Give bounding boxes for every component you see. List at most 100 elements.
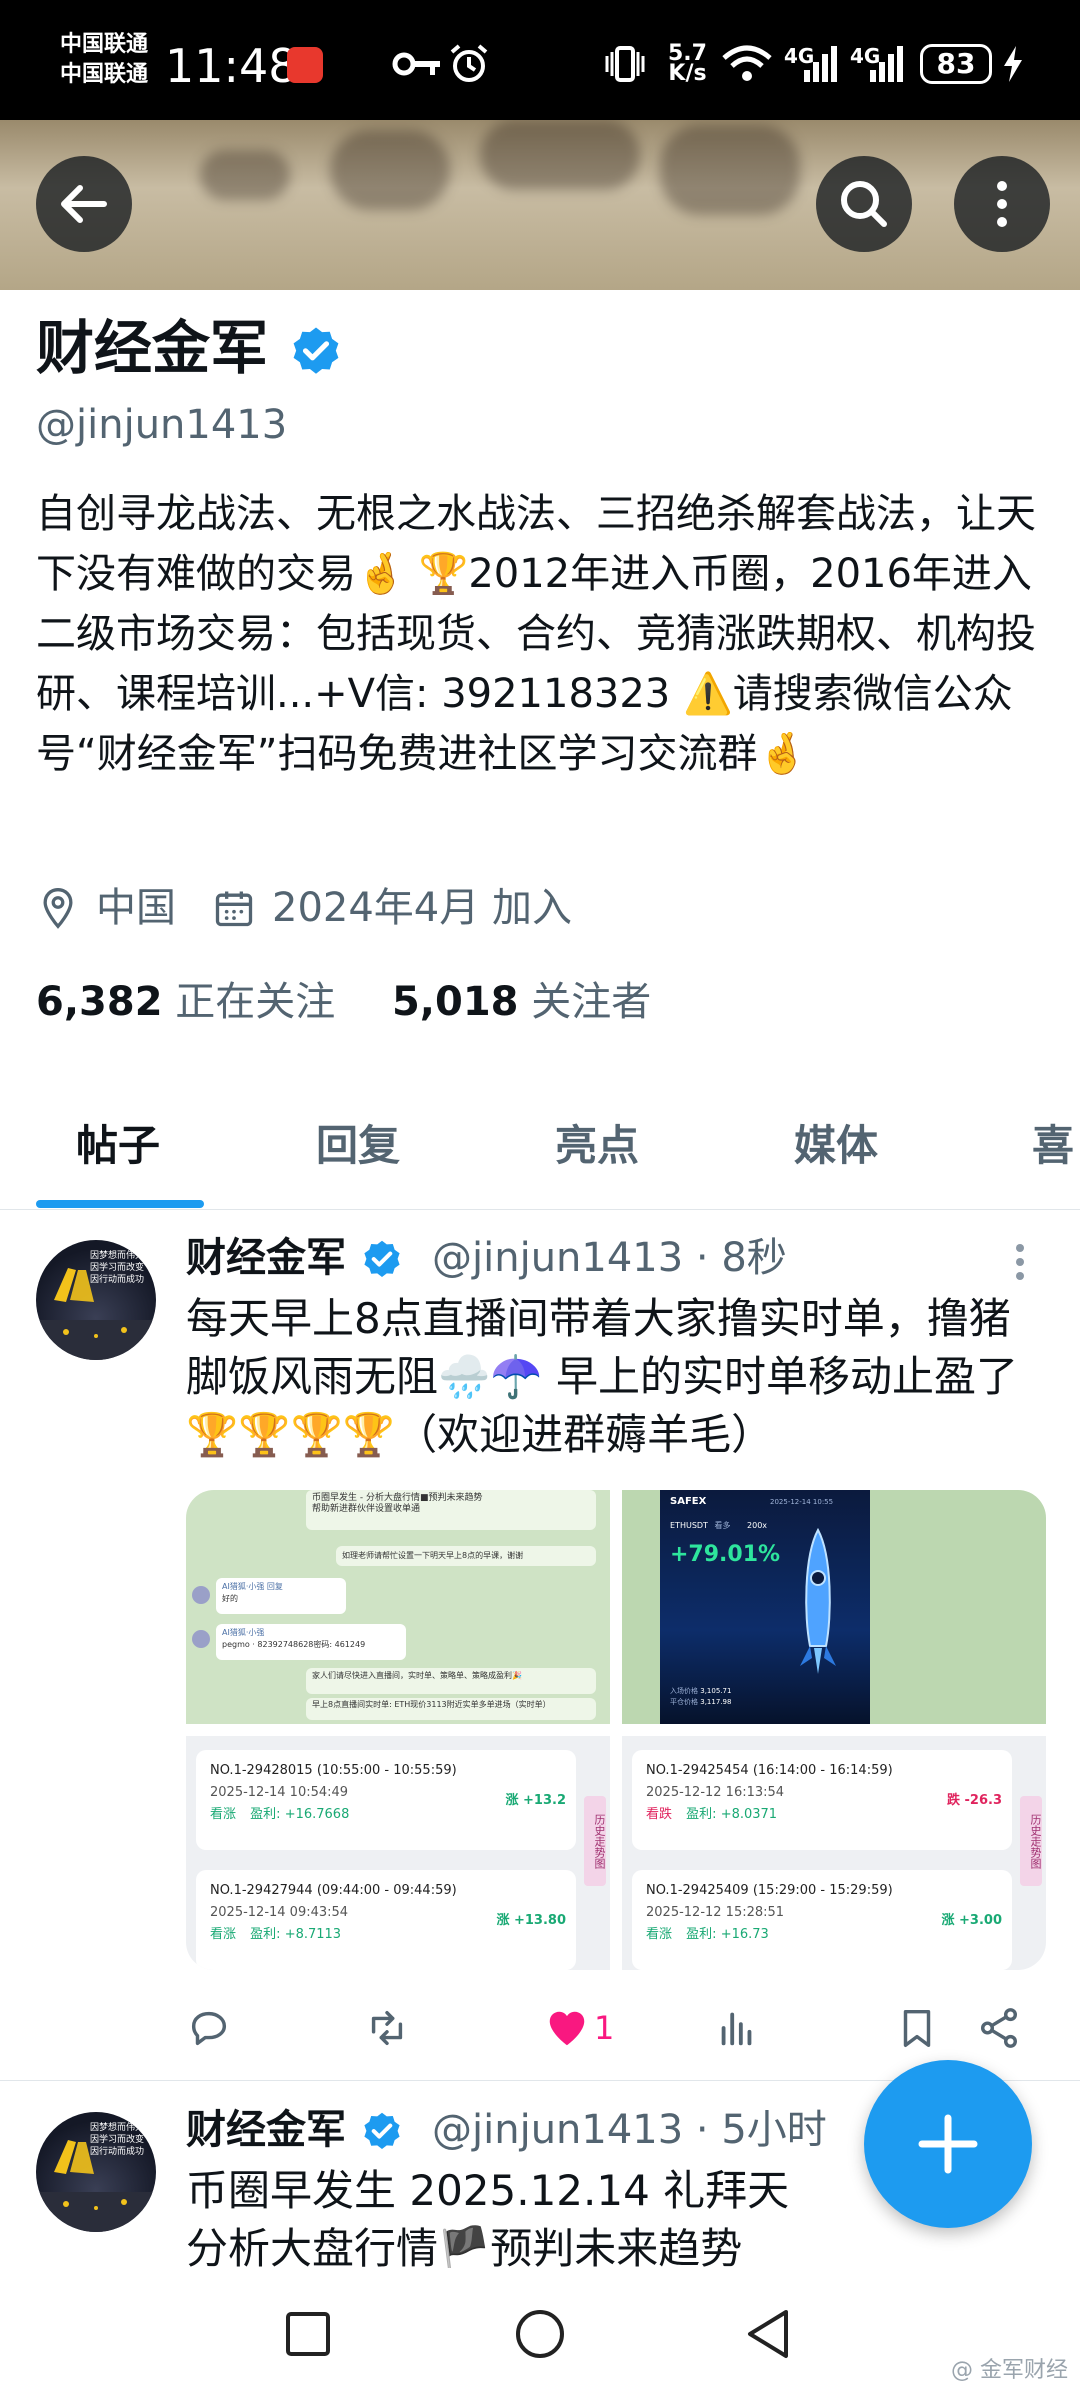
signal-icon-2	[870, 46, 903, 82]
repost-icon	[371, 2010, 403, 2046]
more-options-button[interactable]	[954, 156, 1050, 252]
post-more-icon[interactable]	[1000, 1240, 1040, 1284]
profile-tabs: 帖子 回复 亮点 媒体 喜	[0, 1060, 1080, 1210]
verified-badge-icon	[364, 2112, 400, 2150]
chat-avatar	[192, 1630, 210, 1648]
status-bar: 中国联通 中国联通 11:48 5.7 K/s 4G 4G 83	[0, 0, 1080, 120]
avatar-text: 因梦想而伟大 因学习而改变 因行动而成功	[90, 2123, 145, 2157]
post-text: 币圈早发生 2025.12.14 礼拜天 分析大盘行情🏴预判未来趋势	[186, 2166, 790, 2273]
trade-pnl-percent: +79.01%	[670, 1542, 781, 1567]
views-icon	[721, 2012, 752, 2046]
repost-button[interactable]	[364, 2000, 410, 2056]
tab-likes[interactable]: 喜	[1032, 1112, 1074, 1173]
search-button[interactable]	[816, 156, 912, 252]
followers-link[interactable]: 5,018 关注者	[392, 979, 651, 1025]
more-vertical-icon	[997, 181, 1007, 227]
verified-badge-icon	[293, 327, 339, 374]
media-chat-screenshot[interactable]: 币圈早发生 - 分析大盘行情■预判未来趋势 帮助新进群伙伴设置收单通 如理老师请…	[186, 1490, 610, 1724]
history-tag: 历史走势图	[584, 1796, 606, 1886]
clock: 11:48	[165, 39, 298, 93]
carrier-info: 中国联通 中国联通	[60, 30, 148, 90]
plus-icon	[918, 2114, 978, 2174]
reply-button[interactable]	[186, 2000, 232, 2056]
carrier-1: 中国联通	[60, 32, 149, 57]
trade-prices: 入场价格 3,105.71 平仓价格 3,117.98	[670, 1687, 732, 1706]
tab-media[interactable]: 媒体	[794, 1112, 878, 1173]
arrow-left-icon	[61, 185, 107, 223]
post-media-grid[interactable]: 币圈早发生 - 分析大盘行情■预判未来趋势 帮助新进群伙伴设置收单通 如理老师请…	[186, 1490, 1046, 1970]
trade-pair: ETHUSDT 看多 200x	[670, 1521, 768, 1530]
search-icon	[841, 181, 887, 227]
wifi-icon	[722, 45, 772, 81]
chat-bubble: AI猎狐·小强 pegmo · 82392748628密码: 461249	[216, 1624, 406, 1660]
chat-bubble: 币圈早发生 - 分析大盘行情■预判未来趋势 帮助新进群伙伴设置收单通	[306, 1490, 596, 1530]
avatar-text: 因梦想而伟大 因学习而改变 因行动而成功	[90, 1251, 145, 1285]
back-nav-button[interactable]	[742, 2308, 794, 2360]
calendar-icon	[215, 891, 253, 927]
recent-apps-button[interactable]	[284, 2310, 332, 2358]
chat-avatar	[192, 1586, 210, 1604]
watermark: @ 金军财经	[951, 2358, 1068, 2383]
chat-bubble: 家人们请尽快进入直播间，实时单、策略单、策略成盈利🎉	[306, 1668, 596, 1694]
rocket-icon	[800, 1527, 836, 1674]
share-icon	[980, 2008, 1018, 2048]
follow-stats: 6,382 正在关注 5,018 关注者	[36, 974, 651, 1030]
network-speed: 5.7 K/s	[668, 41, 707, 86]
profile-bio: 自创寻龙战法、无根之水战法、三招绝杀解套战法，让天下没有难做的交易🤞 🏆2012…	[36, 491, 1036, 777]
post-author-name[interactable]: 财经金军	[186, 2104, 404, 2156]
order-card: NO.1-29427944 (09:44:00 - 09:44:59) 2025…	[196, 1870, 576, 1970]
reply-icon	[191, 2011, 227, 2046]
location-text: 中国	[96, 885, 176, 931]
media-order-history-left[interactable]: NO.1-29428015 (10:55:00 - 10:55:59) 2025…	[186, 1736, 610, 1970]
charging-icon	[1004, 46, 1022, 82]
trade-date: 2025-12-14 10:55	[770, 1498, 834, 1506]
heart-icon	[549, 2011, 585, 2046]
views-button[interactable]	[714, 2000, 760, 2056]
location-icon	[43, 888, 73, 929]
chat-bubble: 如理老师请帮忙设置一下明天早上8点的早课，谢谢	[336, 1546, 596, 1566]
profile-meta: 中国 2024年4月 加入	[36, 880, 572, 936]
post-handle-time: @jinjun1413 · 8秒	[432, 1235, 787, 1281]
carrier-2: 中国联通	[60, 62, 149, 87]
post-text: 每天早上8点直播间带着大家撸实时单，撸猪脚饭风雨无阻🌧️☂️ 早上的实时单移动止…	[186, 1294, 1018, 1459]
order-card: NO.1-29425409 (15:29:00 - 15:29:59) 2025…	[632, 1870, 1012, 1970]
post-avatar[interactable]: 因梦想而伟大 因学习而改变 因行动而成功	[36, 1240, 156, 1360]
back-button[interactable]	[36, 156, 132, 252]
chat-bubble: 早上8点直播间实时单: ETH现价3113附近实单多单进场（实时单）	[306, 1698, 596, 1720]
profile-banner	[0, 120, 1080, 290]
tab-posts[interactable]: 帖子	[76, 1112, 160, 1173]
post-avatar[interactable]: 因梦想而伟大 因学习而改变 因行动而成功	[36, 2112, 156, 2232]
profile-handle: @jinjun1413	[36, 402, 288, 448]
order-card: NO.1-29425454 (16:14:00 - 16:14:59) 2025…	[632, 1750, 1012, 1850]
order-card: NO.1-29428015 (10:55:00 - 10:55:59) 2025…	[196, 1750, 576, 1850]
signal-icon-1	[804, 46, 837, 82]
post-author-name[interactable]: 财经金军	[186, 1232, 404, 1284]
system-nav-bar	[0, 2268, 1080, 2388]
huawei-notification-icon	[287, 47, 323, 83]
tab-replies[interactable]: 回复	[316, 1112, 400, 1173]
bookmark-icon	[903, 2009, 931, 2047]
profile-name: 财经金军	[36, 312, 344, 384]
bookmark-button[interactable]	[894, 2000, 940, 2056]
like-button[interactable]: 1	[544, 2000, 614, 2056]
battery-indicator: 83	[920, 44, 992, 84]
post-handle-time: @jinjun1413 · 5小时	[432, 2107, 827, 2153]
key-icon	[392, 52, 440, 76]
like-count: 1	[594, 2009, 615, 2047]
trade-card: SAFEX 2025-12-14 10:55 ETHUSDT 看多 200x +…	[660, 1490, 870, 1724]
compose-post-button[interactable]	[864, 2060, 1032, 2228]
vibrate-icon	[605, 46, 645, 82]
verified-badge-icon	[364, 1240, 400, 1278]
tab-highlights[interactable]: 亮点	[555, 1112, 639, 1173]
media-order-history-right[interactable]: NO.1-29425454 (16:14:00 - 16:14:59) 2025…	[622, 1736, 1046, 1970]
alarm-icon	[450, 44, 488, 82]
share-button[interactable]	[976, 2000, 1022, 2056]
safex-logo: SAFEX	[670, 1496, 707, 1507]
home-button[interactable]	[514, 2308, 566, 2360]
active-tab-indicator	[36, 1200, 204, 1208]
joined-text: 2024年4月 加入	[272, 885, 572, 931]
history-tag: 历史走势图	[1020, 1796, 1042, 1886]
chat-bubble: AI猎狐·小强 回复 好的	[216, 1578, 346, 1614]
following-link[interactable]: 6,382 正在关注	[36, 979, 335, 1025]
media-trade-result[interactable]: SAFEX 2025-12-14 10:55 ETHUSDT 看多 200x +…	[622, 1490, 1046, 1724]
